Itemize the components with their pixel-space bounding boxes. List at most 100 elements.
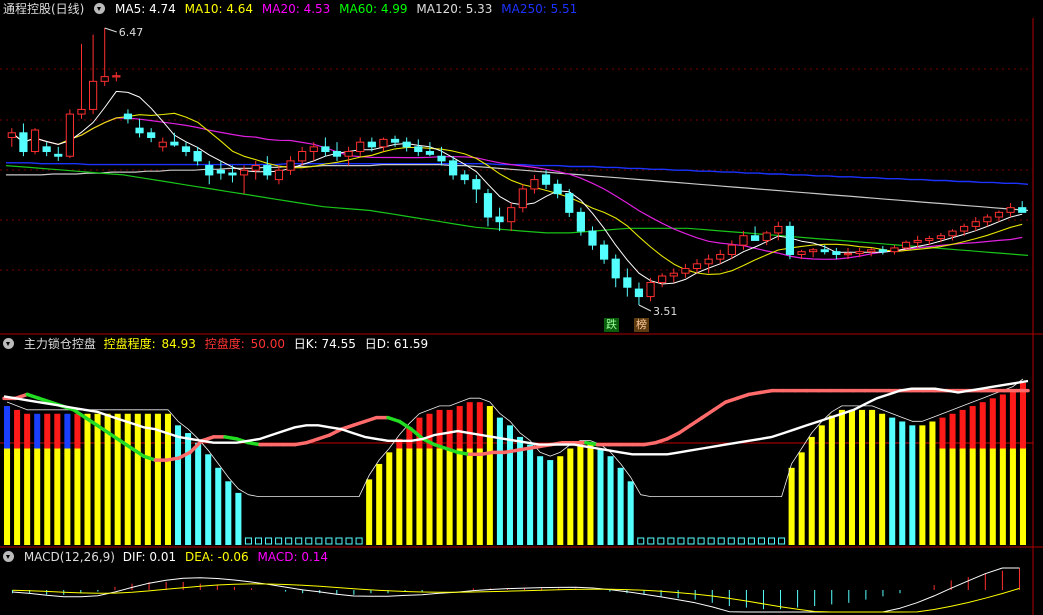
control-strength-segment: [165, 456, 181, 462]
control-strength-segment: [688, 415, 704, 428]
macd-indicator: MACD: 0.14: [257, 550, 329, 564]
control-bar: [667, 537, 675, 545]
control-bar: [959, 448, 966, 545]
control-bar: [154, 413, 161, 545]
control-strength-segment: [316, 433, 332, 441]
candle-body: [553, 183, 562, 195]
control-bar: [476, 448, 483, 545]
control-strength-segment: [293, 440, 309, 447]
candle-body: [809, 249, 818, 253]
control-bar: [285, 537, 293, 545]
control-bar: [547, 460, 554, 545]
control-strength-segment: [432, 442, 448, 451]
control-strength-segment: [653, 437, 670, 445]
candle-body: [716, 253, 725, 260]
candle-body: [205, 165, 214, 176]
control-bar: [607, 456, 614, 545]
candle-body: [843, 253, 853, 256]
ma-indicator: MA20: 4.53: [261, 2, 331, 16]
control-strength-segment: [642, 440, 658, 447]
control-bar: [879, 413, 886, 545]
candle-body: [135, 127, 144, 134]
rank-marker[interactable]: 榜: [634, 318, 649, 332]
candle-body: [19, 132, 28, 153]
candle-body: [379, 138, 388, 148]
control-bar: [767, 537, 776, 545]
candle-body: [832, 251, 841, 255]
stock-chart-canvas[interactable]: 6.47 3.51: [0, 0, 1043, 615]
control-bar-upper: [74, 413, 81, 449]
control-bar: [345, 537, 353, 545]
control-bar: [64, 448, 71, 545]
control-bar: [205, 454, 212, 545]
control-strength-segment: [362, 415, 379, 424]
chevron-down-icon[interactable]: [3, 551, 14, 562]
control-bar: [557, 456, 564, 545]
candle-body: [530, 179, 539, 190]
control-bar: [949, 448, 956, 545]
control-bar: [899, 421, 906, 545]
control-bar: [235, 492, 242, 545]
candle-body: [658, 275, 667, 284]
candle-body: [774, 225, 783, 234]
candle-body: [414, 146, 423, 153]
control-strength-segment: [502, 448, 518, 455]
candle-body: [600, 244, 609, 260]
fall-marker[interactable]: 跌: [604, 318, 619, 332]
candle-body: [251, 165, 260, 171]
control-bar: [265, 537, 273, 545]
candle-body: [158, 141, 167, 148]
candle-body: [948, 230, 957, 237]
candle-body: [762, 232, 771, 241]
chevron-down-icon[interactable]: [94, 3, 106, 14]
candle-body: [855, 251, 864, 255]
control-bar: [778, 537, 786, 545]
control-bar: [254, 537, 263, 545]
control-bar: [798, 452, 805, 545]
candle-body: [367, 141, 376, 148]
control-strength-segment: [584, 440, 600, 447]
control-bar-upper: [1019, 382, 1026, 449]
low-pointer: [638, 304, 652, 312]
control-bar: [859, 409, 866, 545]
control-bar: [808, 436, 815, 545]
control-bar: [506, 425, 513, 545]
control-bar: [989, 448, 996, 545]
candle-body: [681, 268, 690, 274]
control-bar-upper: [969, 406, 976, 449]
ma-indicator: MA10: 4.64: [184, 2, 254, 16]
control-strength-segment: [525, 444, 542, 451]
control-bar: [134, 413, 141, 545]
control-bar: [315, 537, 323, 545]
candle-body: [460, 174, 469, 181]
chevron-down-icon[interactable]: [3, 338, 14, 349]
control-bar-upper: [466, 402, 473, 449]
candle-body: [181, 146, 191, 153]
control-bar: [366, 479, 373, 545]
low-price-label: 3.51: [653, 305, 678, 318]
candle-body: [541, 174, 551, 185]
candle-body: [925, 238, 934, 241]
candle-body: [936, 235, 945, 240]
candle-body: [623, 277, 632, 288]
control-bar-upper: [54, 413, 61, 449]
control-bar-upper: [959, 409, 966, 449]
control-bar: [456, 448, 463, 545]
control-bar: [244, 537, 252, 545]
control-strength-segment: [223, 435, 239, 441]
candle-body: [7, 132, 16, 138]
panel2-indicator: 控盘程度:: [103, 337, 156, 351]
control-strength-segment: [456, 450, 472, 457]
control-bar: [335, 537, 343, 545]
candle-body: [634, 288, 644, 298]
control-strength-segment: [735, 392, 751, 401]
candle-body: [588, 230, 597, 246]
control-bar-upper: [4, 406, 11, 449]
candle-body: [112, 75, 121, 78]
control-bar: [34, 448, 41, 545]
candle-body: [878, 249, 887, 253]
candle-body: [170, 141, 179, 146]
candle-body: [390, 138, 400, 143]
candle-body: [309, 146, 318, 153]
candle-body: [356, 141, 365, 153]
